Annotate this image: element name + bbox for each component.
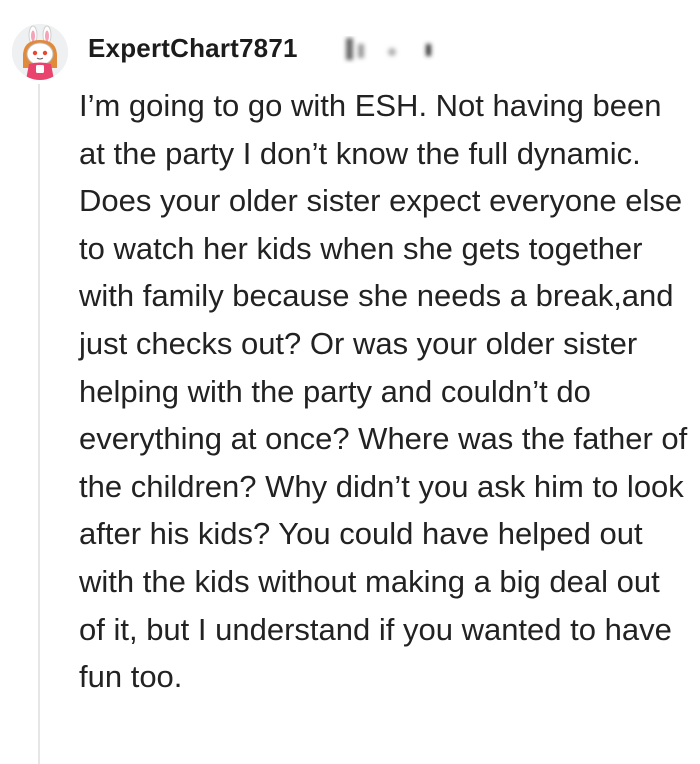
comment-body-text: I’m going to go with ESH. Not having bee… <box>79 88 696 695</box>
username-link[interactable]: ExpertChart7871 <box>88 33 298 64</box>
thread-line[interactable] <box>38 84 40 764</box>
redacted-metadata <box>346 38 431 60</box>
avatar[interactable] <box>12 24 68 80</box>
snoo-bunny-avatar-icon <box>12 24 68 80</box>
